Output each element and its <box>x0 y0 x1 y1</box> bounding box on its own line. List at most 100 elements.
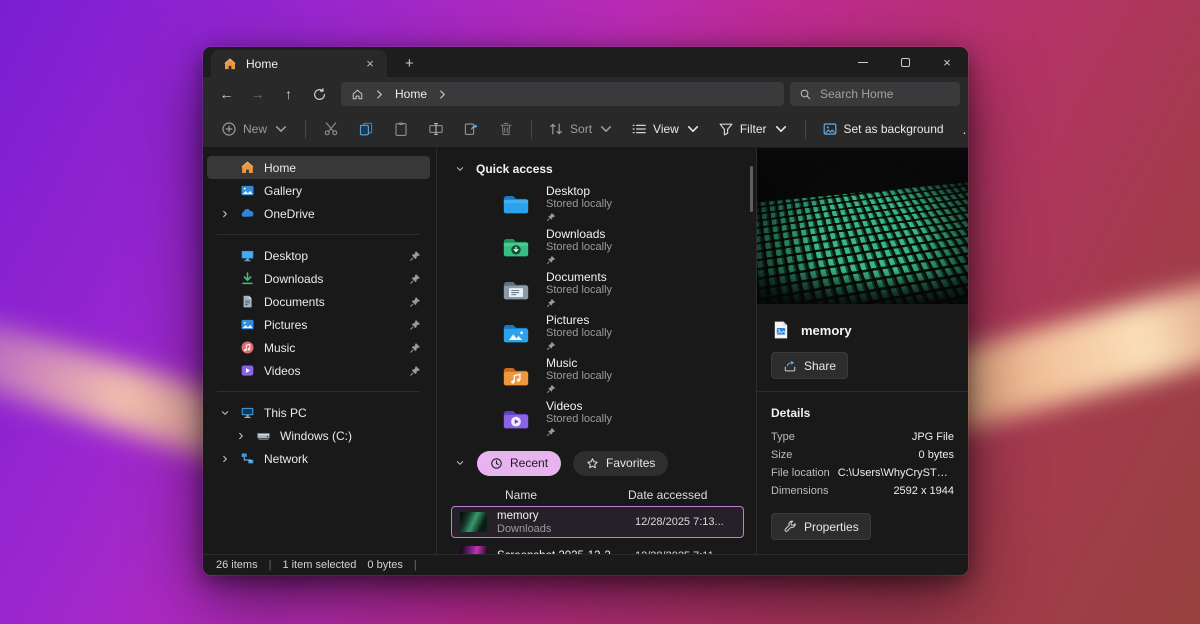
paste-button[interactable] <box>384 115 418 143</box>
sidebar-item[interactable]: Pictures <box>207 313 430 336</box>
preview-image <box>757 148 968 304</box>
tab-home[interactable]: Home × <box>211 50 387 77</box>
chevron-down-icon[interactable] <box>455 164 465 174</box>
sidebar-divider <box>217 391 420 392</box>
quick-access-item[interactable]: Pictures Stored locally <box>443 311 756 354</box>
quick-access-item[interactable]: Desktop Stored locally <box>443 182 756 225</box>
trash-icon <box>498 121 514 137</box>
set-as-background-label: Set as background <box>844 122 944 136</box>
chevron-down-icon <box>685 121 701 137</box>
chevron-right-icon[interactable] <box>436 88 449 101</box>
column-header-name[interactable]: Name <box>505 488 537 502</box>
pin-icon <box>546 384 612 395</box>
more-options-button[interactable]: ... <box>953 115 968 143</box>
quick-access-name: Videos <box>546 399 612 413</box>
view-label: View <box>653 122 679 136</box>
scrollbar-thumb[interactable] <box>750 166 753 212</box>
toolbar-separator <box>805 120 806 139</box>
sidebar-item-icon <box>239 248 255 264</box>
minimize-button[interactable] <box>842 47 884 77</box>
close-button[interactable]: × <box>926 47 968 77</box>
sidebar-item[interactable]: Music <box>207 336 430 359</box>
breadcrumb-home-icon[interactable] <box>351 88 364 101</box>
sidebar-item[interactable]: Downloads <box>207 267 430 290</box>
sidebar-item-icon <box>239 271 255 287</box>
quick-access-text: Documents Stored locally <box>546 270 612 309</box>
quick-access-name: Desktop <box>546 184 612 198</box>
quick-access-name: Pictures <box>546 313 612 327</box>
quick-access-text: Downloads Stored locally <box>546 227 612 266</box>
sort-button[interactable]: Sort <box>540 115 622 143</box>
file-row[interactable]: memory Downloads 12/28/2025 7:13... <box>451 506 744 538</box>
expand-chevron-icon[interactable] <box>233 431 249 441</box>
chevron-right-icon[interactable] <box>373 88 386 101</box>
sidebar-item[interactable]: Windows (C:) <box>207 424 430 447</box>
sidebar-item[interactable]: Videos <box>207 359 430 382</box>
new-button[interactable]: New <box>213 115 297 143</box>
quick-access-item[interactable]: Videos Stored locally <box>443 397 756 440</box>
expand-chevron-icon[interactable] <box>217 408 233 418</box>
sidebar-item[interactable]: Desktop <box>207 244 430 267</box>
maximize-button[interactable] <box>884 47 926 77</box>
file-text: memory Downloads <box>497 510 625 535</box>
selection-size: 0 bytes <box>367 559 402 571</box>
sidebar-item[interactable]: Network <box>207 447 430 470</box>
file-name: memory <box>497 510 625 523</box>
file-thumbnail <box>460 546 487 554</box>
folder-icon <box>499 189 533 219</box>
detail-value: 2592 x 1944 <box>893 485 954 497</box>
delete-button[interactable] <box>489 115 523 143</box>
file-location: Downloads <box>497 523 625 535</box>
quick-access-item[interactable]: Music Stored locally <box>443 354 756 397</box>
details-rows: Type JPG File Size 0 bytes File location… <box>757 428 968 500</box>
tab-close-icon[interactable]: × <box>361 55 379 73</box>
back-button[interactable]: ← <box>211 81 242 107</box>
rename-button[interactable] <box>419 115 453 143</box>
breadcrumb-home[interactable]: Home <box>395 87 427 101</box>
toolbar-separator <box>531 120 532 139</box>
sidebar-item[interactable]: Documents <box>207 290 430 313</box>
home-icon <box>223 57 237 71</box>
tab-title: Home <box>246 57 278 71</box>
recent-filter-pill[interactable]: Recent <box>477 451 561 476</box>
sidebar-item[interactable]: This PC <box>207 401 430 424</box>
detail-value: C:\Users\WhyCrySTRIX\Dow... <box>838 467 954 479</box>
quick-access-text: Videos Stored locally <box>546 399 612 438</box>
file-row[interactable]: Screenshot 2025-12-28 191... 12/28/2025 … <box>451 540 744 554</box>
sidebar-item-label: Windows (C:) <box>280 429 408 443</box>
view-button[interactable]: View <box>623 115 709 143</box>
quick-access-item[interactable]: Downloads Stored locally <box>443 225 756 268</box>
file-date-accessed: 12/28/2025 7:11 <box>635 550 735 554</box>
refresh-button[interactable] <box>304 81 335 107</box>
forward-button[interactable]: → <box>242 81 273 107</box>
copy-button[interactable] <box>349 115 383 143</box>
expand-chevron-icon[interactable] <box>217 454 233 464</box>
detail-label: Type <box>771 431 795 443</box>
expand-chevron-icon[interactable] <box>217 209 233 219</box>
sidebar-item[interactable]: OneDrive <box>207 202 430 225</box>
quick-access-item[interactable]: Documents Stored locally <box>443 268 756 311</box>
share-button[interactable] <box>454 115 488 143</box>
set-as-background-button[interactable]: Set as background <box>814 115 952 143</box>
share-file-button[interactable]: Share <box>771 352 848 379</box>
pin-icon <box>546 298 612 309</box>
file-explorer-window: Home × + × ← → ↑ Home Search Home New <box>203 47 968 575</box>
clock-icon <box>490 457 503 470</box>
search-input[interactable]: Search Home <box>790 82 960 106</box>
column-header-date-accessed[interactable]: Date accessed <box>628 488 730 502</box>
sidebar-item[interactable]: Home <box>207 156 430 179</box>
filter-icon <box>718 121 734 137</box>
sidebar-item[interactable]: Gallery <box>207 179 430 202</box>
new-tab-button[interactable]: + <box>399 50 420 77</box>
cut-button[interactable] <box>314 115 348 143</box>
address-bar[interactable]: Home <box>341 82 784 106</box>
navigation-sidebar: Home Gallery OneDrive <box>203 148 437 554</box>
up-button[interactable]: ↑ <box>273 81 304 107</box>
share-icon <box>783 359 797 373</box>
properties-button[interactable]: Properties <box>771 513 871 540</box>
quick-access-header[interactable]: Quick access <box>443 156 756 182</box>
favorites-filter-pill[interactable]: Favorites <box>573 451 668 476</box>
chevron-down-icon[interactable] <box>455 458 465 468</box>
filter-button[interactable]: Filter <box>710 115 797 143</box>
sidebar-item-icon <box>239 294 255 310</box>
